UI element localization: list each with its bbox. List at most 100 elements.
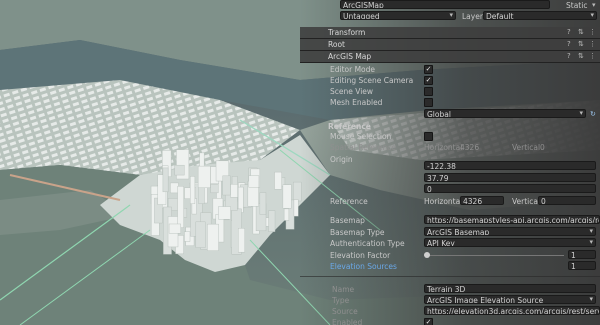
basemap-label: Basemap bbox=[330, 216, 365, 225]
tag-dropdown[interactable]: Untagged bbox=[340, 11, 456, 20]
building bbox=[268, 210, 276, 232]
building bbox=[174, 164, 185, 176]
menu-icon[interactable]: ⋮ bbox=[589, 51, 596, 62]
vertical-value[interactable]: 0 bbox=[540, 142, 545, 153]
building bbox=[274, 171, 282, 190]
settings-icon[interactable]: ⇅ bbox=[578, 27, 584, 38]
basemap-url-field[interactable]: https://basemapstyles-api.arcgis.com/arc… bbox=[424, 215, 600, 224]
elevation-name-label: Name bbox=[332, 285, 355, 294]
elevation-factor-track[interactable] bbox=[424, 255, 564, 256]
building bbox=[218, 206, 231, 220]
transform-title: Transform bbox=[328, 28, 366, 37]
building bbox=[293, 199, 299, 217]
map-component-header[interactable]: ArcGIS Map ? ⇅ ⋮ bbox=[300, 51, 600, 63]
inspector-panel: ArcGISMap Static ▾ Untagged Layer Defaul… bbox=[300, 0, 600, 325]
divider bbox=[300, 276, 600, 277]
elevation-enabled-checkbox[interactable]: ✓ bbox=[424, 318, 433, 325]
help-icon[interactable]: ? bbox=[567, 27, 571, 38]
elevation-type-row: Type ArcGIS Image Elevation Source bbox=[300, 295, 600, 306]
horizontal-label: Horizontal bbox=[424, 143, 463, 152]
building bbox=[283, 208, 290, 221]
scene-camera-checkbox[interactable]: ✓ bbox=[424, 76, 433, 85]
basemap-type-row: Basemap Type ArcGIS Basemap bbox=[300, 227, 600, 238]
root-title: Root bbox=[328, 40, 345, 49]
mesh-enabled-label: Mesh Enabled bbox=[330, 98, 383, 107]
root-header[interactable]: Root ? ⇅ ⋮ bbox=[300, 39, 600, 51]
scene-view[interactable]: ArcGISMap Static ▾ Untagged Layer Defaul… bbox=[0, 0, 600, 325]
vertical2-field[interactable]: 0 bbox=[538, 196, 596, 205]
origin-z-field[interactable]: 0 bbox=[424, 184, 596, 193]
building bbox=[259, 192, 267, 215]
basemap-type-label: Basemap Type bbox=[330, 228, 385, 237]
building bbox=[230, 184, 238, 198]
scene-view-checkbox[interactable] bbox=[424, 87, 433, 96]
building bbox=[170, 182, 179, 194]
horizontal-value[interactable]: 4326 bbox=[460, 142, 479, 153]
building bbox=[210, 183, 219, 194]
building bbox=[162, 167, 169, 193]
building bbox=[197, 165, 211, 188]
vertical2-label: Vertical bbox=[512, 197, 541, 206]
vertical-label: Vertical bbox=[512, 143, 541, 152]
horizontal2-field[interactable]: 4326 bbox=[460, 196, 504, 205]
origin-x-field[interactable]: -122.38 bbox=[424, 161, 596, 170]
building bbox=[195, 221, 206, 248]
settings-icon[interactable]: ⇅ bbox=[578, 39, 584, 50]
auth-type-row: Authentication Type API Key bbox=[300, 238, 600, 249]
menu-icon[interactable]: ⋮ bbox=[589, 27, 596, 38]
transform-header[interactable]: Transform ? ⇅ ⋮ bbox=[300, 27, 600, 39]
editor-mode-row: Editor Mode ✓ bbox=[300, 64, 600, 75]
mesh-enabled-row: Mesh Enabled bbox=[300, 97, 600, 108]
editor-mode-checkbox[interactable]: ✓ bbox=[424, 65, 433, 74]
help-icon[interactable]: ? bbox=[567, 51, 571, 62]
elevation-enabled-row: Enabled ✓ bbox=[300, 317, 600, 325]
basemap-type-dropdown[interactable]: ArcGIS Basemap bbox=[424, 227, 596, 236]
refresh-icon[interactable]: ↻ bbox=[590, 109, 596, 120]
elevation-name-row: Name Terrain 3D bbox=[300, 284, 600, 295]
building bbox=[238, 228, 245, 253]
elevation-factor-row: Elevation Factor 1 bbox=[300, 250, 600, 261]
help-icon[interactable]: ? bbox=[567, 39, 571, 50]
mouse-selection-row: Mouse Selection bbox=[300, 131, 600, 142]
elevation-sources-count[interactable]: 1 bbox=[568, 261, 596, 270]
auth-type-label: Authentication Type bbox=[330, 239, 405, 248]
layer-dropdown[interactable]: Default bbox=[483, 11, 597, 20]
mouse-selection-label: Mouse Selection bbox=[330, 132, 392, 141]
view-mode-row: Global ↻ bbox=[300, 109, 600, 120]
elevation-factor-field[interactable]: 1 bbox=[568, 250, 596, 259]
settings-icon[interactable]: ⇅ bbox=[578, 51, 584, 62]
mouse-selection-checkbox[interactable] bbox=[424, 132, 433, 141]
building bbox=[198, 186, 205, 204]
building bbox=[168, 223, 181, 234]
checkmark-icon: ✓ bbox=[425, 76, 432, 84]
horizontal2-label: Horizontal bbox=[424, 197, 463, 206]
layer-label: Layer bbox=[462, 12, 483, 21]
elevation-sources-row[interactable]: Elevation Sources 1 bbox=[300, 261, 600, 272]
building bbox=[207, 223, 219, 251]
building bbox=[222, 175, 231, 196]
spatial-reference-label: Spatial Reference bbox=[330, 143, 396, 152]
view-mode-dropdown[interactable]: Global bbox=[424, 109, 586, 118]
object-header: ArcGISMap Static ▾ bbox=[300, 0, 600, 11]
checkmark-icon: ✓ bbox=[425, 318, 432, 325]
auth-type-dropdown[interactable]: API Key bbox=[424, 238, 596, 247]
editor-mode-label: Editor Mode bbox=[330, 65, 376, 74]
dropdown-icon[interactable]: ▾ bbox=[592, 0, 596, 11]
reference2-label: Reference bbox=[330, 197, 368, 206]
spatial-reference-row: Spatial Reference Horizontal 4326 Vertic… bbox=[300, 142, 600, 153]
mesh-enabled-checkbox[interactable] bbox=[424, 98, 433, 107]
elevation-factor-handle[interactable] bbox=[424, 252, 430, 258]
elevation-name-field[interactable]: Terrain 3D bbox=[424, 284, 596, 293]
elevation-source-label: Source bbox=[332, 307, 358, 316]
elevation-type-dropdown[interactable]: ArcGIS Image Elevation Source bbox=[424, 295, 596, 304]
origin-z-row: 0 bbox=[300, 184, 600, 195]
object-name-field[interactable]: ArcGISMap bbox=[340, 0, 550, 9]
elevation-source-field[interactable]: https://elevation3d.arcgis.com/arcgis/re… bbox=[424, 306, 600, 315]
scene-view-label: Scene View bbox=[330, 87, 374, 96]
origin-y-field[interactable]: 37.79 bbox=[424, 173, 596, 182]
static-label[interactable]: Static bbox=[566, 0, 587, 11]
elevation-source-row: Source https://elevation3d.arcgis.com/ar… bbox=[300, 306, 600, 317]
scene-view-row: Scene View bbox=[300, 86, 600, 97]
elevation-sources-label: Elevation Sources bbox=[330, 262, 397, 271]
menu-icon[interactable]: ⋮ bbox=[589, 39, 596, 50]
